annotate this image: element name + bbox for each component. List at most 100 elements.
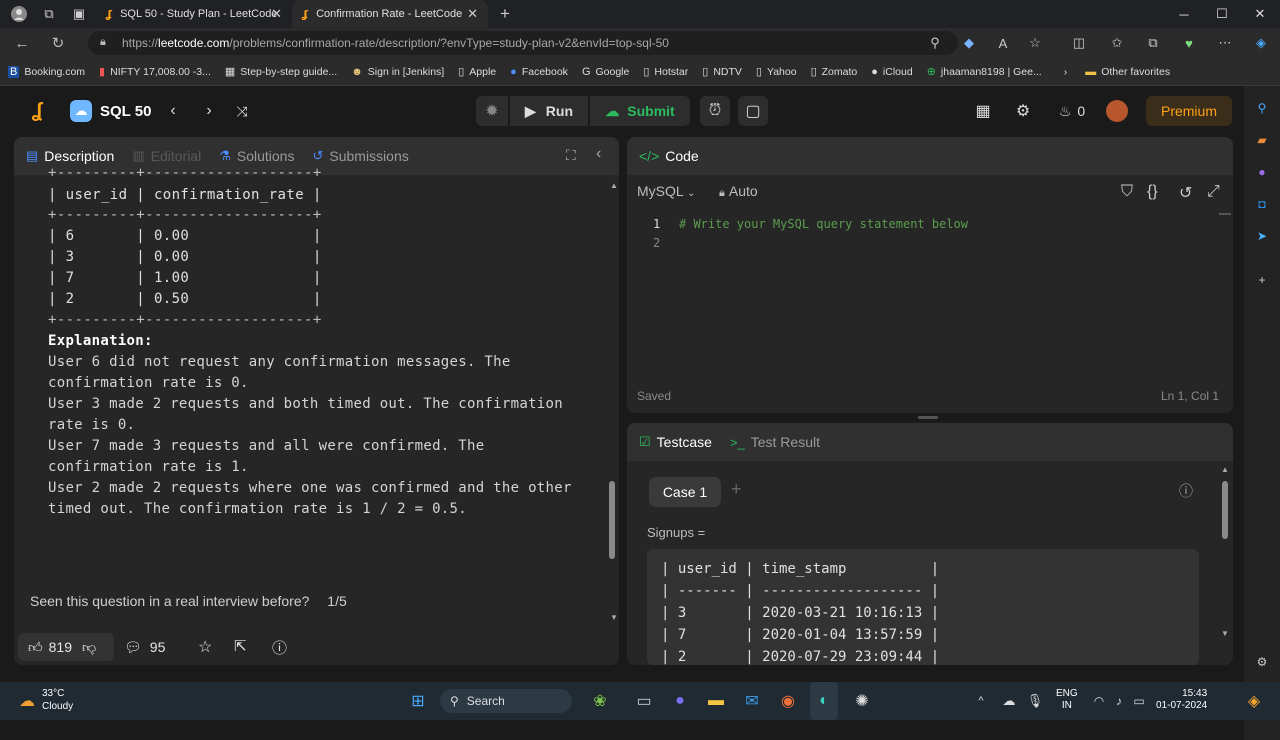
profile-icon[interactable] xyxy=(8,3,30,25)
microphone-icon[interactable]: 🎙︎ xyxy=(1026,682,1044,720)
split-screen-icon[interactable]: ◫ xyxy=(1066,28,1092,58)
edge-icon[interactable]: ◐ xyxy=(810,682,838,720)
bookmark-facebook[interactable]: ● Facebook xyxy=(510,66,568,78)
comments-button[interactable]: 💬︎ 95 xyxy=(124,639,165,656)
browser-tab-study-plan[interactable]: ʆ SQL 50 - Study Plan - LeetCode ✕ xyxy=(96,0,292,28)
weather-widget[interactable]: 33°C Cloudy xyxy=(42,687,73,713)
battery-icon[interactable]: ▭ xyxy=(1130,682,1148,720)
layout-icon[interactable]: ▦ xyxy=(972,100,994,122)
thumbs-down-icon[interactable]: 👎︎ xyxy=(82,639,96,656)
close-tab-icon[interactable]: ✕ xyxy=(467,6,478,22)
tray-overflow-icon[interactable]: ^ xyxy=(972,682,990,720)
bookmark-google[interactable]: G Google xyxy=(582,66,629,78)
bookmark-geeks[interactable]: ⊕ jhaaman8198 | Gee... xyxy=(927,65,1042,79)
debug-icon[interactable]: ✹ xyxy=(476,96,508,126)
close-window-icon[interactable]: ✕ xyxy=(1240,0,1280,28)
bookmark-icon[interactable]: ⛉ xyxy=(1121,183,1133,201)
prev-problem-icon[interactable]: ‹ xyxy=(164,100,182,122)
volume-icon[interactable]: ♪ xyxy=(1110,682,1128,720)
read-aloud-icon[interactable]: A xyxy=(990,28,1016,58)
auto-mode-toggle[interactable]: 🔒︎ Auto xyxy=(719,183,758,200)
file-explorer-icon[interactable]: ▬ xyxy=(702,682,730,720)
study-plan-title[interactable]: SQL 50 xyxy=(100,100,151,122)
tab-testcase[interactable]: ☑ Testcase xyxy=(639,434,712,450)
help-icon[interactable]: ⓘ xyxy=(272,637,287,658)
games-sidebar-icon[interactable]: ● xyxy=(1252,162,1272,182)
weather-icon[interactable]: ☁ xyxy=(12,682,42,720)
settings-icon[interactable]: ⚙ xyxy=(1012,100,1034,122)
expand-icon[interactable]: ⤢ xyxy=(1207,183,1220,201)
workspaces-icon[interactable]: ⧉ xyxy=(38,3,60,25)
scroll-down-icon[interactable]: ▼ xyxy=(610,613,618,623)
onedrive-icon[interactable]: ☁ xyxy=(998,682,1020,720)
browser-essentials-icon[interactable]: ♥ xyxy=(1176,28,1202,58)
bookmark-apple[interactable]: ▯ Apple xyxy=(458,65,496,79)
send-sidebar-icon[interactable]: ➤ xyxy=(1252,226,1272,246)
tab-description[interactable]: ▤ Description xyxy=(26,148,114,164)
interview-question-prompt[interactable]: Seen this question in a real interview b… xyxy=(30,593,347,609)
code-editor[interactable]: 1 2 # Write your MySQL query statement b… xyxy=(627,205,1233,375)
bookmark-zomato[interactable]: ▯ Zomato xyxy=(811,65,858,79)
new-tab-icon[interactable]: + xyxy=(494,3,516,25)
next-problem-icon[interactable]: › xyxy=(200,100,218,122)
back-icon[interactable]: ← xyxy=(8,35,36,52)
copilot-icon[interactable]: ◈ xyxy=(1248,28,1274,58)
fullscreen-icon[interactable]: ⛶ xyxy=(566,147,576,164)
url-field[interactable]: 🔒︎ https://leetcode.com/problems/confirm… xyxy=(88,31,958,55)
task-view-icon[interactable]: ▭ xyxy=(630,682,658,720)
widgets-icon[interactable]: ❀ xyxy=(582,682,618,720)
notes-icon[interactable]: ▢ xyxy=(738,96,768,126)
outlook-sidebar-icon[interactable]: ◘ xyxy=(1252,194,1272,214)
tab-actions-icon[interactable]: ▣ xyxy=(68,3,90,25)
browser-tab-confirmation-rate[interactable]: ʆ Confirmation Rate - LeetCode ✕ xyxy=(292,0,488,28)
bookmark-nifty[interactable]: ▮ NIFTY 17,008.00 -3... xyxy=(99,65,211,79)
shuffle-icon[interactable]: ⤨ xyxy=(232,100,252,122)
refresh-icon[interactable]: ↻ xyxy=(44,34,72,52)
add-case-icon[interactable]: + xyxy=(731,479,742,500)
bookmark-icloud[interactable]: ● iCloud xyxy=(871,66,912,78)
scroll-up-icon[interactable]: ▲ xyxy=(1221,465,1229,474)
teams-icon[interactable]: ● xyxy=(666,682,694,720)
tab-solutions[interactable]: ⚗ Solutions xyxy=(219,148,294,164)
wifi-icon[interactable]: ◠ xyxy=(1090,682,1108,720)
help-icon[interactable]: ⓘ xyxy=(1179,481,1193,501)
firefox-icon[interactable]: ◉ xyxy=(774,682,802,720)
avatar[interactable] xyxy=(1106,100,1128,122)
run-button[interactable]: ▶ Run xyxy=(510,96,588,126)
premium-button[interactable]: Premium xyxy=(1146,96,1232,126)
close-tab-icon[interactable]: ✕ xyxy=(271,6,282,22)
bookmark-booking[interactable]: B Booking.com xyxy=(8,65,85,78)
tools-sidebar-icon[interactable]: ▰ xyxy=(1252,130,1272,150)
extension-icon[interactable]: ◆ xyxy=(956,28,982,58)
favorite-star-icon[interactable]: ☆ xyxy=(1022,28,1048,58)
bookmark-hotstar[interactable]: ▯ Hotstar xyxy=(643,65,688,79)
share-icon[interactable]: ⇱ xyxy=(234,637,247,655)
submit-button[interactable]: ☁ Submit xyxy=(590,96,690,126)
tab-editorial[interactable]: ▥ Editorial xyxy=(132,148,201,164)
language-indicator[interactable]: ENG IN xyxy=(1056,688,1078,712)
mail-icon[interactable]: ✉ xyxy=(738,682,766,720)
language-select[interactable]: MySQL ⌄ xyxy=(637,183,695,199)
bookmark-other-favorites[interactable]: ▬ Other favorites xyxy=(1085,66,1170,78)
more-menu-icon[interactable]: ⋯ xyxy=(1212,28,1238,58)
bookmark-jenkins[interactable]: ☻ Sign in [Jenkins] xyxy=(351,66,444,78)
scrollbar-thumb[interactable] xyxy=(609,481,615,559)
bookmark-yahoo[interactable]: ▯ Yahoo xyxy=(756,65,797,79)
zoom-icon[interactable]: ⚲ xyxy=(922,28,948,58)
scroll-down-icon[interactable]: ▼ xyxy=(1221,629,1229,638)
tab-submissions[interactable]: ↺ Submissions xyxy=(312,148,408,164)
collections-icon[interactable]: ⧉ xyxy=(1140,28,1166,58)
bookmark-step-guide[interactable]: ▦ Step-by-step guide... xyxy=(225,65,337,79)
clock[interactable]: 15:43 01-07-2024 xyxy=(1156,688,1207,712)
scrollbar-thumb[interactable] xyxy=(1222,481,1228,539)
tab-test-result[interactable]: >_ Test Result xyxy=(730,434,820,450)
start-icon[interactable]: ⊞ xyxy=(404,682,432,720)
resize-handle[interactable] xyxy=(918,416,938,419)
thumbs-up-icon[interactable]: 👍︎ xyxy=(28,639,43,656)
favorites-icon[interactable]: ✩ xyxy=(1104,28,1130,58)
bookmark-ndtv[interactable]: ▯ NDTV xyxy=(702,65,742,79)
reset-icon[interactable]: ↺ xyxy=(1179,183,1192,203)
collapse-icon[interactable]: ‹ xyxy=(596,145,601,163)
case-1-tab[interactable]: Case 1 xyxy=(649,477,721,507)
scroll-up-icon[interactable]: ▲ xyxy=(610,181,618,191)
